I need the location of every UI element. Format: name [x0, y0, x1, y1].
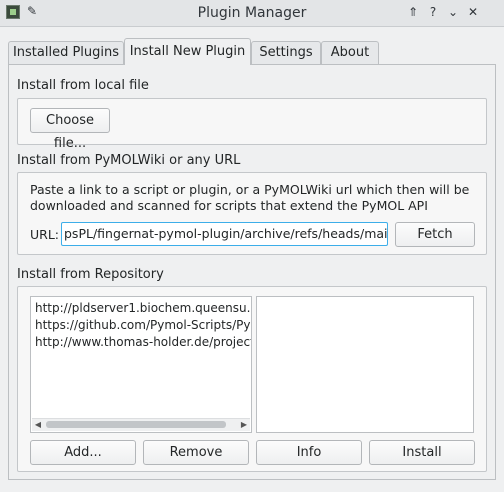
url-section-label: Install from PyMOLWiki or any URL — [17, 153, 241, 168]
url-input[interactable]: psPL/fingernat-pymol-plugin/archive/refs… — [61, 222, 388, 246]
help-icon[interactable]: ? — [425, 4, 441, 20]
scroll-left-icon[interactable]: ◀ — [32, 419, 44, 431]
minimize-icon[interactable]: ⌄ — [445, 4, 461, 20]
url-description-line2: downloaded and scanned for scripts that … — [30, 198, 428, 213]
choose-file-button[interactable]: Choose file... — [30, 108, 110, 151]
url-description-line1: Paste a link to a script or plugin, or a… — [30, 182, 470, 197]
install-new-plugin-panel: Install from local file Choose file... I… — [8, 64, 496, 480]
url-label: URL: — [30, 227, 60, 242]
tab-settings[interactable]: Settings — [251, 41, 321, 64]
keep-above-icon[interactable]: ⇑ — [405, 4, 421, 20]
repository-section-label: Install from Repository — [17, 267, 164, 282]
list-item[interactable]: http://pldserver1.biochem.queensu.ca — [35, 301, 251, 315]
local-file-label: Install from local file — [17, 78, 149, 93]
list-item[interactable]: http://www.thomas-holder.de/projects — [35, 335, 251, 349]
url-group: Paste a link to a script or plugin, or a… — [17, 172, 487, 255]
tab-about[interactable]: About — [321, 41, 379, 64]
local-file-group: Choose file... — [17, 98, 487, 151]
scrollbar-thumb[interactable] — [46, 421, 226, 428]
add-repository-button[interactable]: Add... — [30, 440, 136, 465]
tab-installed-plugins[interactable]: Installed Plugins — [8, 41, 124, 64]
fetch-button[interactable]: Fetch — [395, 222, 475, 247]
repository-group: http://pldserver1.biochem.queensu.ca htt… — [17, 286, 487, 472]
horizontal-scrollbar[interactable]: ◀ ▶ — [32, 418, 250, 431]
repository-list[interactable]: http://pldserver1.biochem.queensu.ca htt… — [30, 296, 252, 433]
info-button[interactable]: Info — [256, 440, 362, 465]
close-icon[interactable]: ✕ — [465, 4, 481, 20]
scroll-right-icon[interactable]: ▶ — [238, 419, 250, 431]
remove-repository-button[interactable]: Remove — [143, 440, 249, 465]
install-button[interactable]: Install — [369, 440, 475, 465]
tab-install-new-plugin[interactable]: Install New Plugin — [124, 38, 251, 65]
list-item[interactable]: https://github.com/Pymol-Scripts/Pym — [35, 318, 251, 332]
plugin-list[interactable] — [256, 296, 474, 433]
title-bar: ✎ Plugin Manager ⇑ ? ⌄ ✕ — [0, 0, 504, 27]
